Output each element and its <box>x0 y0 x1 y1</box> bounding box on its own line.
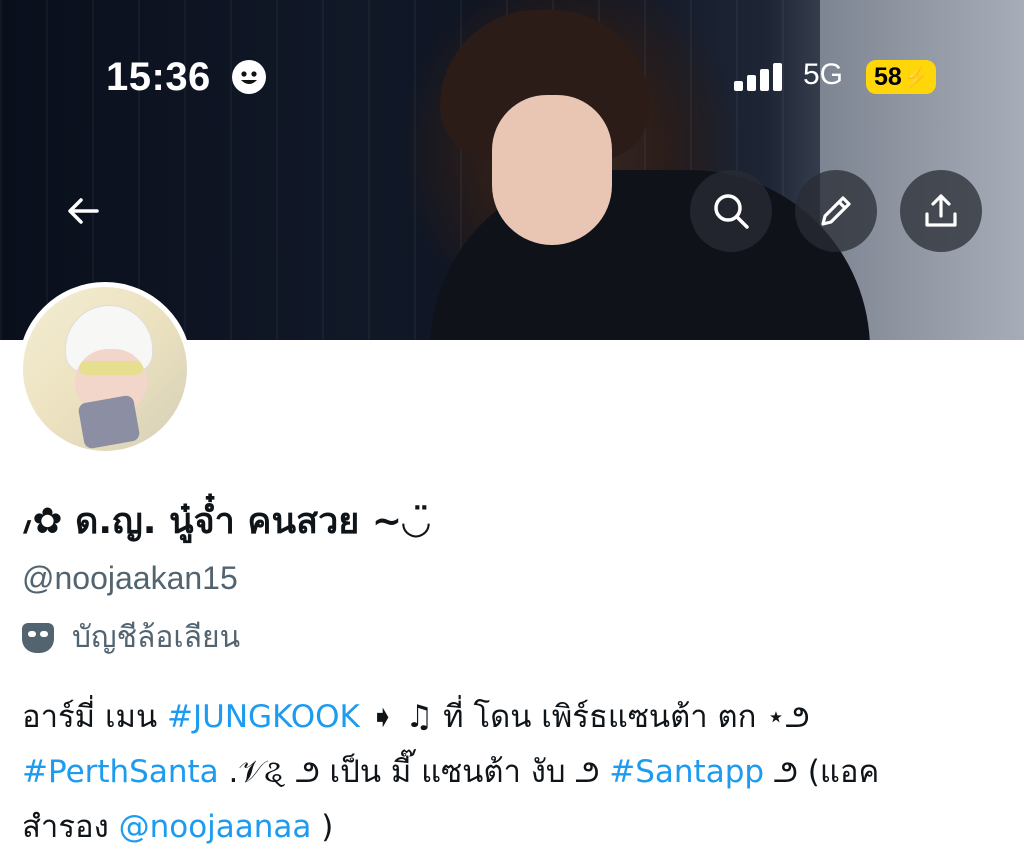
parody-text: บัญชีล้อเลียน <box>72 620 241 655</box>
avatar-image <box>23 287 187 451</box>
search-icon <box>714 194 749 229</box>
theater-mask-icon <box>22 622 54 653</box>
cellular-signal-icon <box>734 63 788 91</box>
back-button[interactable] <box>42 170 124 252</box>
parody-account-label: บัญชีล้อเลียน <box>22 614 240 661</box>
display-name: ៸✿ ด.ญ. นู๋จ๋ำ คนสวย ~◡̈ <box>22 501 430 542</box>
bio-text: สำรอง <box>22 809 119 845</box>
mention-link-noojaanaa[interactable]: @noojaanaa <box>119 809 312 845</box>
pencil-icon <box>821 196 851 226</box>
bio-text: ౨ (แอค <box>764 754 880 790</box>
bio-line: #PerthSanta .𝒱ୡ ౨ เป็น มี๊ แซนต้า งับ ౨ … <box>22 745 1012 800</box>
share-button[interactable] <box>900 170 982 252</box>
bio-text: อาร์มี่ เมน <box>22 699 168 735</box>
hashtag-link-perthsanta[interactable]: #PerthSanta <box>22 754 219 790</box>
bio-text: .𝒱ୡ ౨ เป็น มี๊ แซนต้า งับ ౨ <box>218 754 610 790</box>
network-type: 5G <box>803 58 844 91</box>
share-icon <box>925 194 957 227</box>
profile-bio: อาร์มี่ เมน #JUNGKOOK ➧ ♫ ที่ โดน เพิร์ธ… <box>22 690 1012 855</box>
arrow-left-icon <box>68 198 99 224</box>
bio-line: สำรอง @noojaanaa ) <box>22 800 1012 855</box>
battery-level: 58 <box>874 62 902 91</box>
bio-text: ➧ ♫ ที่ โดน เพิร์ธแซนต้า ตก ⋆౨ <box>359 699 810 735</box>
hashtag-link-jungkook[interactable]: #JUNGKOOK <box>167 699 360 735</box>
edit-button[interactable] <box>795 170 877 252</box>
charging-bolt-icon: ⚡ <box>903 66 929 89</box>
search-button[interactable] <box>690 170 772 252</box>
user-handle: @noojaakan15 <box>22 560 238 596</box>
smiley-face-icon <box>232 60 266 94</box>
status-time: 15:36 <box>106 55 211 99</box>
hashtag-link-santapp[interactable]: #Santapp <box>609 754 764 790</box>
battery-indicator: 58 ⚡ <box>866 60 936 94</box>
profile-avatar[interactable] <box>18 282 192 456</box>
bio-line: อาร์มี่ เมน #JUNGKOOK ➧ ♫ ที่ โดน เพิร์ธ… <box>22 690 1012 745</box>
bio-text: ) <box>311 809 334 845</box>
status-bar: 15:36 5G 58 ⚡ <box>0 0 1024 150</box>
